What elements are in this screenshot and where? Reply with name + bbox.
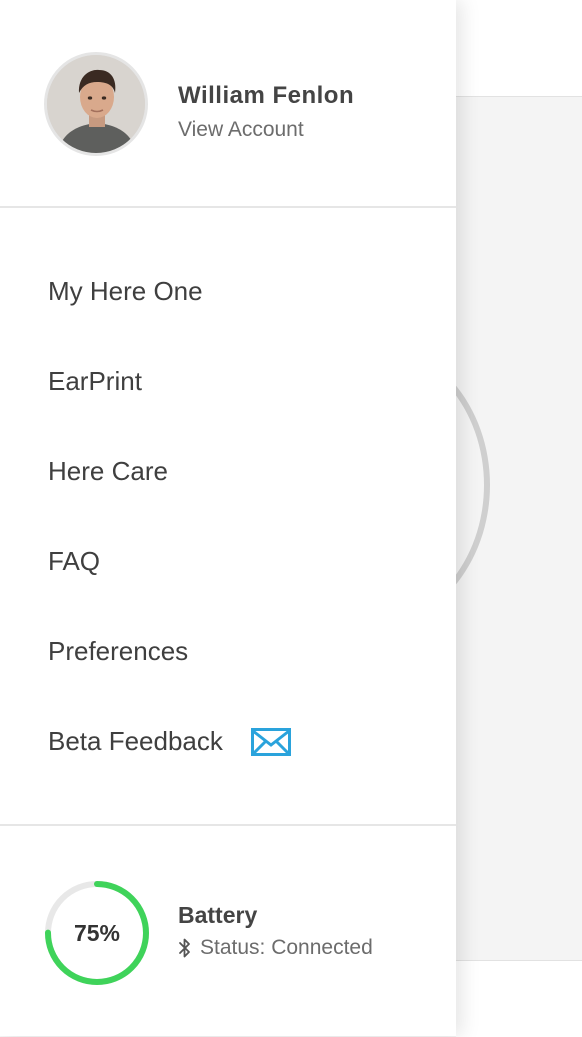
battery-title: Battery [178, 902, 258, 928]
menu-item-my-here-one[interactable]: My Here One [48, 276, 203, 307]
avatar[interactable] [44, 52, 148, 156]
battery-status-text: Status: Connected [200, 936, 373, 959]
menu-item-label: EarPrint [48, 366, 142, 396]
menu-item-label: My Here One [48, 276, 203, 306]
menu-item-beta-feedback[interactable]: Beta Feedback [48, 726, 291, 757]
background-footer [456, 960, 582, 1037]
battery-section: 75% Battery Status: Connected [0, 824, 456, 1036]
battery-percent: 75% [73, 919, 121, 946]
bluetooth-icon [179, 938, 190, 958]
menu-item-label: FAQ [48, 546, 101, 576]
menu-item-here-care[interactable]: Here Care [48, 456, 168, 487]
background-header [456, 0, 582, 97]
avatar-photo [47, 55, 145, 153]
menu-item-earprint[interactable]: EarPrint [48, 366, 142, 397]
mail-icon [250, 727, 291, 756]
battery-status: Status: Connected [178, 936, 373, 960]
navigation-drawer: William Fenlon View Account My Here One … [0, 0, 456, 1036]
view-account-link[interactable]: View Account [178, 118, 304, 142]
menu-item-label: Here Care [48, 456, 168, 486]
menu-item-faq[interactable]: FAQ [48, 546, 100, 577]
menu-item-label: Preferences [48, 636, 189, 666]
profile-header: William Fenlon View Account [0, 0, 456, 208]
profile-name: William Fenlon [178, 82, 355, 109]
menu-item-preferences[interactable]: Preferences [48, 636, 188, 667]
menu-item-label: Beta Feedback [48, 726, 223, 756]
